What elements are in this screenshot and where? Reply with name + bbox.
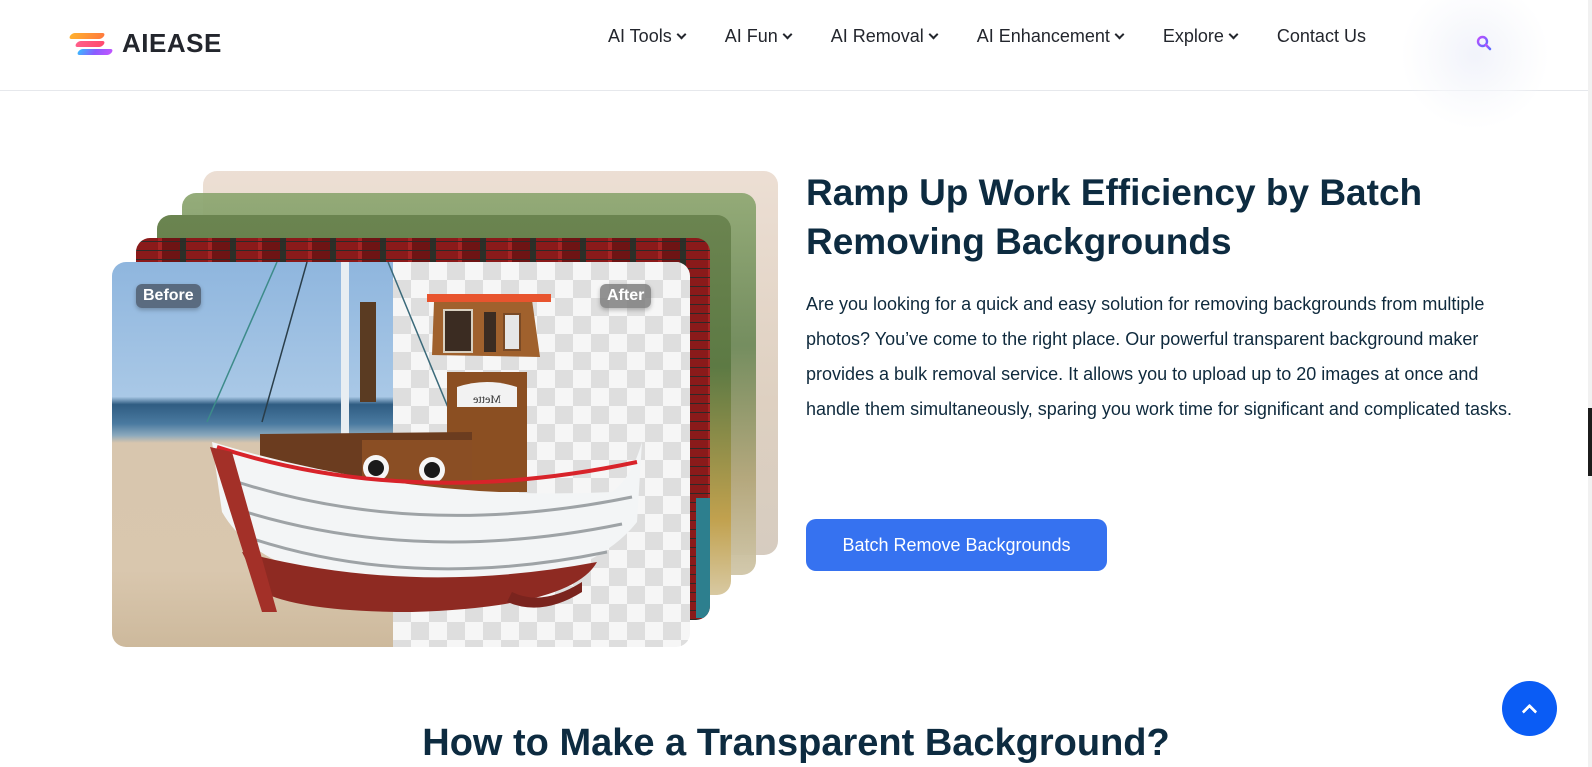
scrollbar-track[interactable] xyxy=(1588,0,1592,767)
chevron-down-icon xyxy=(676,29,687,39)
nav-label: AI Enhancement xyxy=(976,26,1110,46)
before-badge: Before xyxy=(136,284,201,308)
search-glow xyxy=(1400,0,1550,130)
scrollbar-thumb[interactable] xyxy=(1588,408,1592,476)
boat-name-label: Mette xyxy=(473,392,501,406)
section-title: Ramp Up Work Efficiency by Batch Removin… xyxy=(806,172,1423,262)
nav-ai-enhancement[interactable]: AI Enhancement xyxy=(976,26,1125,47)
batch-remove-backgrounds-button[interactable]: Batch Remove Backgrounds xyxy=(806,519,1107,571)
chevron-down-icon xyxy=(782,29,793,39)
nav-label: AI Tools xyxy=(608,26,672,46)
site-header: AIEASE AI Tools AI Fun AI Removal AI Enh… xyxy=(0,0,1592,91)
logo[interactable]: AIEASE xyxy=(68,28,222,59)
nav-ai-tools[interactable]: AI Tools xyxy=(608,26,687,47)
nav-ai-fun[interactable]: AI Fun xyxy=(724,26,793,47)
nav-ai-removal[interactable]: AI Removal xyxy=(830,26,939,47)
section-description: Are you looking for a quick and easy sol… xyxy=(806,294,1513,419)
logo-icon xyxy=(68,30,114,58)
before-after-image: Mette Before After xyxy=(112,262,690,647)
main-nav: AI Tools AI Fun AI Removal AI Enhancemen… xyxy=(608,26,1406,47)
nav-label: Explore xyxy=(1162,26,1224,46)
after-badge: After xyxy=(600,284,652,308)
logo-text: AIEASE xyxy=(122,28,222,58)
search-icon[interactable] xyxy=(1476,35,1492,51)
chevron-down-icon xyxy=(1228,29,1239,39)
nav-label: AI Fun xyxy=(724,26,778,46)
nav-explore[interactable]: Explore xyxy=(1162,26,1239,47)
how-to-heading: How to Make a Transparent Background? xyxy=(422,722,1170,764)
nav-label: Contact Us xyxy=(1276,26,1366,46)
chevron-down-icon xyxy=(1114,29,1125,39)
boat-illustration: Mette xyxy=(206,262,642,612)
nav-contact-us[interactable]: Contact Us xyxy=(1277,26,1366,47)
back-to-top-button[interactable] xyxy=(1502,681,1557,736)
chevron-up-icon xyxy=(1521,703,1538,720)
nav-label: AI Removal xyxy=(830,26,924,46)
chevron-down-icon xyxy=(928,29,939,39)
